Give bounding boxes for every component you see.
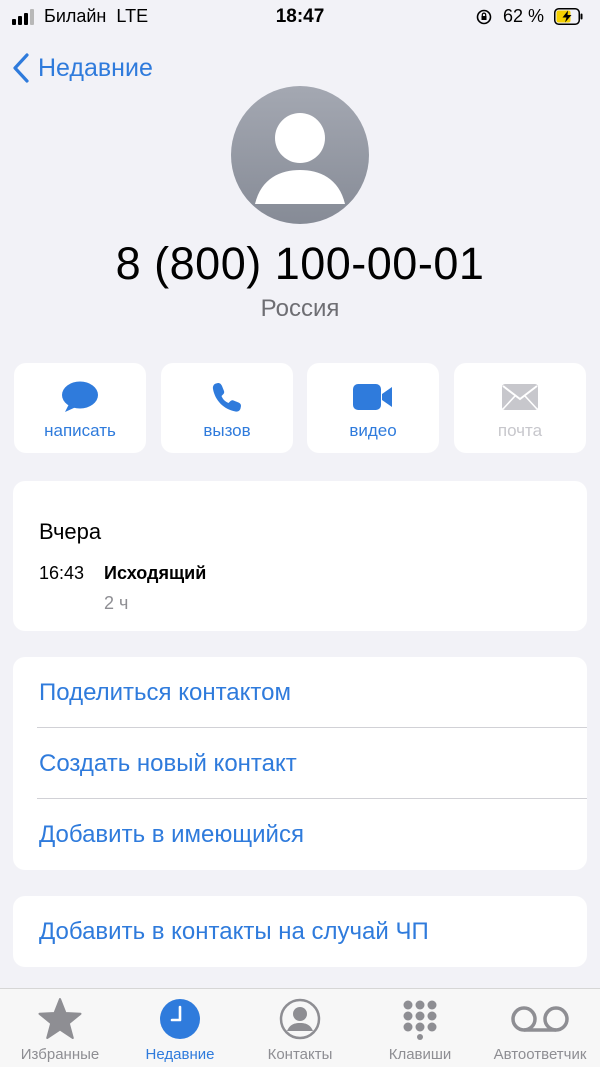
- tab-keypad[interactable]: Клавиши: [360, 989, 480, 1067]
- star-icon: [38, 998, 82, 1039]
- tab-label: Избранные: [20, 1046, 100, 1063]
- call-time: 16:43: [39, 563, 85, 583]
- tab-label: Клавиши: [388, 1046, 452, 1063]
- call-button[interactable]: вызов: [161, 363, 293, 453]
- tab-label: Недавние: [145, 1046, 215, 1063]
- emergency-card: Добавить в контакты на случай ЧП: [13, 896, 587, 967]
- battery-charging-icon: [554, 8, 583, 25]
- video-label: видео: [349, 421, 397, 440]
- country-label: Россия: [260, 295, 340, 322]
- tab-recents[interactable]: Недавние: [120, 989, 240, 1067]
- call-date: Вчера: [39, 519, 102, 544]
- tab-favorites[interactable]: Избранные: [0, 989, 120, 1067]
- add-to-existing-button[interactable]: Добавить в имеющийся: [39, 799, 587, 870]
- add-emergency-contact-button[interactable]: Добавить в контакты на случай ЧП: [39, 896, 587, 967]
- message-icon: [62, 381, 98, 412]
- person-icon: [255, 113, 345, 204]
- call-label: вызов: [203, 421, 251, 440]
- mail-button[interactable]: почта: [454, 363, 586, 453]
- video-button[interactable]: видео: [307, 363, 439, 453]
- contact-icon: [279, 998, 321, 1040]
- call-duration: 2 ч: [104, 593, 129, 613]
- message-label: написать: [44, 421, 116, 440]
- chevron-left-icon: [13, 53, 29, 83]
- battery-percent: 62 %: [503, 6, 545, 26]
- recent-calls-card: Вчера 16:43 Исходящий 2 ч: [13, 481, 587, 631]
- tab-label: Автоответчик: [493, 1046, 587, 1063]
- contact-options-card: Поделиться контактом Создать новый конта…: [13, 657, 587, 870]
- share-contact-button[interactable]: Поделиться контактом: [39, 657, 587, 728]
- tab-bar: Избранные Недавние Контакты Клавиши Авто…: [0, 988, 600, 1067]
- voicemail-icon: [511, 1006, 569, 1032]
- create-contact-button[interactable]: Создать новый контакт: [39, 728, 587, 799]
- message-button[interactable]: написать: [14, 363, 146, 453]
- call-type: Исходящий: [104, 563, 207, 583]
- video-icon: [353, 384, 392, 410]
- mail-label: почта: [497, 421, 543, 440]
- back-button[interactable]: Недавние: [12, 50, 153, 86]
- avatar: [231, 86, 369, 224]
- mail-icon: [502, 384, 538, 410]
- tab-label: Контакты: [267, 1046, 333, 1063]
- back-label: Недавние: [38, 53, 153, 82]
- tab-voicemail[interactable]: Автоответчик: [480, 989, 600, 1067]
- phone-icon: [212, 383, 241, 412]
- clock-icon: [160, 999, 200, 1039]
- phone-number: 8 (800) 100-00-01: [115, 238, 485, 289]
- orientation-lock-icon: [476, 9, 492, 25]
- tab-contacts[interactable]: Контакты: [240, 989, 360, 1067]
- keypad-icon: [403, 1000, 437, 1040]
- status-bar: Билайн LTE 18:47 62 %: [0, 0, 600, 34]
